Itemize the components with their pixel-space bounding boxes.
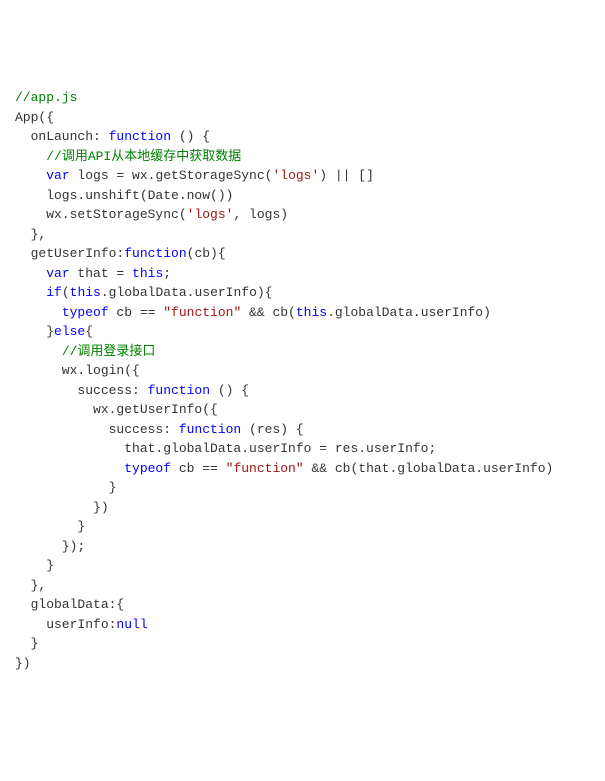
token-plain: userInfo: [15, 617, 116, 632]
code-block: //app.js App({ onLaunch: function () { //… [15, 88, 590, 673]
token-plain: ) || [] [319, 168, 374, 183]
token-plain: logs.unshift(Date.now()) [15, 188, 233, 203]
token-keyword: typeof [124, 461, 171, 476]
token-plain: () { [210, 383, 249, 398]
token-keyword: this [296, 305, 327, 320]
token-plain: && cb( [241, 305, 296, 320]
token-plain: ( [62, 285, 70, 300]
code-line: } [15, 556, 590, 576]
token-keyword: this [70, 285, 101, 300]
code-line: success: function () { [15, 381, 590, 401]
token-comment: //app.js [15, 90, 77, 105]
token-plain: } [15, 324, 54, 339]
token-plain: (cb){ [187, 246, 226, 261]
token-plain: globalData:{ [15, 597, 124, 612]
token-plain: && cb(that.globalData.userInfo) [304, 461, 554, 476]
token-keyword: var [46, 266, 69, 281]
token-plain: } [15, 480, 116, 495]
token-plain: onLaunch: [15, 129, 109, 144]
code-line: userInfo:null [15, 615, 590, 635]
token-plain [15, 149, 46, 164]
code-line: }); [15, 537, 590, 557]
token-plain: , logs) [233, 207, 288, 222]
token-keyword: function [179, 422, 241, 437]
token-keyword: var [46, 168, 69, 183]
code-line: }) [15, 654, 590, 674]
token-plain: }, [15, 227, 46, 242]
token-plain: success: [15, 422, 179, 437]
token-plain [15, 168, 46, 183]
token-plain [15, 305, 62, 320]
token-plain: }); [15, 539, 85, 554]
token-plain: wx.getUserInfo({ [15, 402, 218, 417]
token-plain [15, 461, 124, 476]
code-line: }else{ [15, 322, 590, 342]
token-plain: that = [70, 266, 132, 281]
token-plain [15, 266, 46, 281]
token-plain: logs = wx.getStorageSync( [70, 168, 273, 183]
token-keyword: typeof [62, 305, 109, 320]
token-string: "function" [163, 305, 241, 320]
code-line: } [15, 517, 590, 537]
code-line: }, [15, 576, 590, 596]
token-plain: getUserInfo: [15, 246, 124, 261]
token-plain: }) [15, 656, 31, 671]
token-plain [15, 344, 62, 359]
code-line: typeof cb == "function" && cb(this.globa… [15, 303, 590, 323]
code-line: if(this.globalData.userInfo){ [15, 283, 590, 303]
token-plain: cb == [109, 305, 164, 320]
token-plain: .globalData.userInfo){ [101, 285, 273, 300]
code-line: App({ [15, 108, 590, 128]
token-comment: //调用API从本地缓存中获取数据 [46, 149, 241, 164]
token-plain: .globalData.userInfo) [327, 305, 491, 320]
token-plain: success: [15, 383, 148, 398]
token-keyword: function [148, 383, 210, 398]
code-line: wx.setStorageSync('logs', logs) [15, 205, 590, 225]
code-line: }, [15, 225, 590, 245]
token-plain: cb == [171, 461, 226, 476]
token-keyword: if [46, 285, 62, 300]
token-plain: App({ [15, 110, 54, 125]
code-line: success: function (res) { [15, 420, 590, 440]
token-string: "function" [226, 461, 304, 476]
token-plain: wx.setStorageSync( [15, 207, 187, 222]
code-line: //app.js [15, 88, 590, 108]
token-keyword: function [124, 246, 186, 261]
token-plain: } [15, 558, 54, 573]
token-keyword: else [54, 324, 85, 339]
code-line: var that = this; [15, 264, 590, 284]
code-line: var logs = wx.getStorageSync('logs') || … [15, 166, 590, 186]
token-plain: ; [163, 266, 171, 281]
token-keyword: function [109, 129, 171, 144]
token-string: 'logs' [272, 168, 319, 183]
token-plain: wx.login({ [15, 363, 140, 378]
code-line: logs.unshift(Date.now()) [15, 186, 590, 206]
token-literal: null [116, 617, 147, 632]
code-line: getUserInfo:function(cb){ [15, 244, 590, 264]
token-plain: that.globalData.userInfo = res.userInfo; [15, 441, 436, 456]
token-plain: (res) { [241, 422, 303, 437]
code-line: //调用登录接口 [15, 342, 590, 362]
code-line: } [15, 478, 590, 498]
code-line: that.globalData.userInfo = res.userInfo; [15, 439, 590, 459]
code-line: globalData:{ [15, 595, 590, 615]
code-line: } [15, 634, 590, 654]
token-plain: }, [15, 578, 46, 593]
token-plain: }) [15, 500, 109, 515]
token-plain: { [85, 324, 93, 339]
code-line: wx.login({ [15, 361, 590, 381]
code-line: wx.getUserInfo({ [15, 400, 590, 420]
code-line: onLaunch: function () { [15, 127, 590, 147]
token-comment: //调用登录接口 [62, 344, 156, 359]
token-keyword: this [132, 266, 163, 281]
code-line: //调用API从本地缓存中获取数据 [15, 147, 590, 167]
code-line: }) [15, 498, 590, 518]
token-string: 'logs' [187, 207, 234, 222]
code-line: typeof cb == "function" && cb(that.globa… [15, 459, 590, 479]
token-plain [15, 285, 46, 300]
token-plain: } [15, 636, 38, 651]
token-plain: () { [171, 129, 210, 144]
token-plain: } [15, 519, 85, 534]
